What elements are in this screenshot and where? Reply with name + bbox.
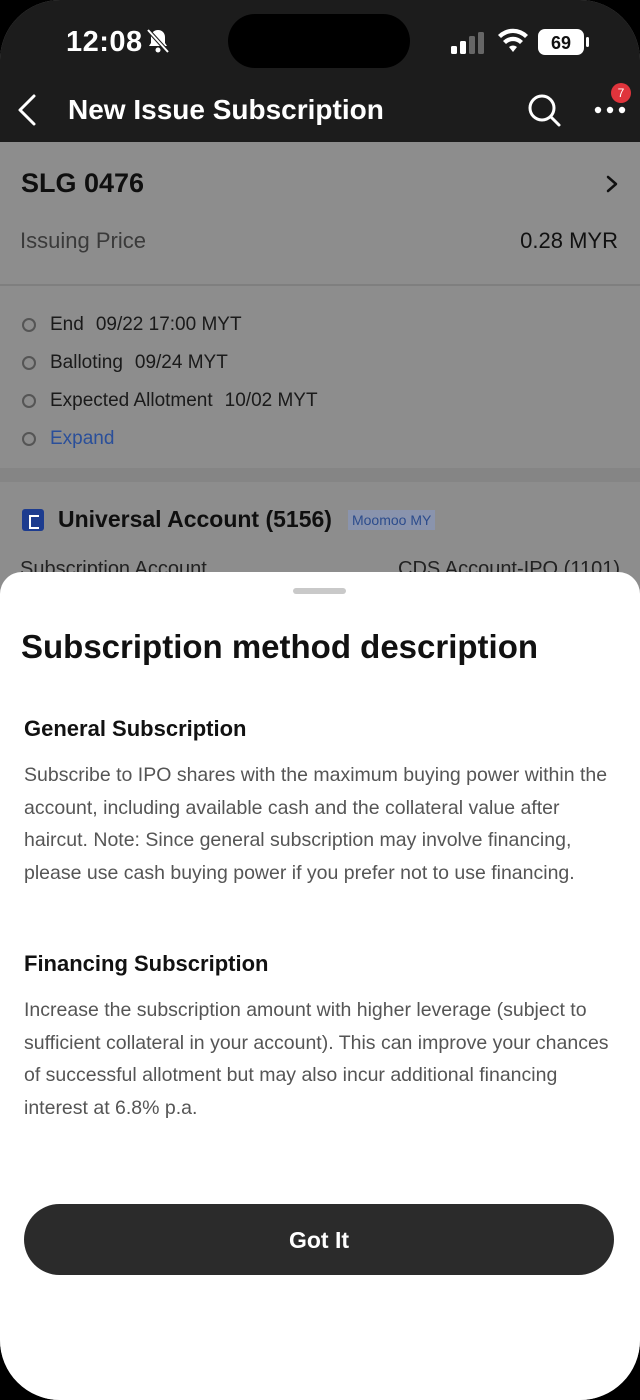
timeline-label: Balloting bbox=[50, 352, 123, 373]
notification-badge: 7 bbox=[611, 83, 631, 103]
page-title: New Issue Subscription bbox=[68, 94, 384, 125]
divider bbox=[0, 284, 640, 286]
timeline-item: Balloting 09/24 MYT bbox=[20, 344, 318, 382]
timeline-dot-icon bbox=[22, 432, 36, 446]
timeline-dot-icon bbox=[22, 318, 36, 332]
status-bar: 12:08 69 bbox=[0, 0, 640, 80]
financing-subscription-title: Financing Subscription bbox=[24, 951, 269, 976]
timeline-item: Expected Allotment 10/02 MYT bbox=[20, 382, 318, 420]
battery-level: 69 bbox=[551, 33, 571, 53]
bottom-sheet: Subscription method description General … bbox=[0, 572, 640, 1400]
sheet-title: Subscription method description bbox=[21, 628, 539, 665]
issuing-price-value: 0.28 MYR bbox=[520, 228, 618, 253]
account-name: Universal Account (5156) bbox=[58, 506, 332, 532]
account-logo-icon bbox=[22, 508, 44, 531]
stock-code[interactable]: SLG 0476 bbox=[21, 168, 144, 199]
account-row: Universal Account (5156) Moomoo MY bbox=[22, 506, 436, 533]
timeline-dot-icon bbox=[22, 356, 36, 370]
search-icon[interactable] bbox=[526, 92, 562, 128]
back-chevron-icon[interactable] bbox=[8, 90, 48, 130]
general-subscription-description: Subscribe to IPO shares with the maximum… bbox=[24, 764, 608, 884]
timeline-expand-row[interactable]: Expand bbox=[20, 420, 318, 458]
timeline-value: 09/22 17:00 MYT bbox=[95, 314, 242, 335]
timeline-item: End 09/22 17:00 MYT bbox=[20, 306, 318, 344]
battery-icon: 69 bbox=[538, 29, 589, 55]
got-it-button[interactable]: Got It bbox=[24, 1204, 614, 1275]
status-time: 12:08 bbox=[66, 26, 143, 58]
nav-bar: New Issue Subscription bbox=[0, 80, 640, 142]
general-subscription-title: General Subscription bbox=[24, 716, 247, 741]
timeline-dot-icon bbox=[22, 394, 36, 408]
ipo-timeline: End 09/22 17:00 MYT Balloting 09/24 MYT … bbox=[20, 306, 318, 458]
timeline-label: End bbox=[50, 314, 84, 335]
phone-screen: 12:08 69 New Issue Subscription 7 SLG 04… bbox=[0, 0, 640, 1400]
financing-subscription-description: Increase the subscription amount with hi… bbox=[24, 999, 609, 1119]
chevron-right-icon[interactable] bbox=[602, 174, 622, 194]
bell-slash-icon bbox=[146, 28, 170, 54]
sheet-grabber[interactable] bbox=[293, 588, 346, 594]
issuing-price-label: Issuing Price bbox=[20, 228, 146, 253]
cellular-signal-icon bbox=[451, 32, 484, 54]
timeline-value: 09/24 MYT bbox=[134, 352, 228, 373]
wifi-icon bbox=[498, 28, 528, 52]
timeline-value: 10/02 MYT bbox=[224, 390, 318, 411]
dynamic-island bbox=[228, 14, 410, 68]
section-separator bbox=[0, 468, 640, 482]
timeline-label: Expected Allotment bbox=[50, 390, 213, 411]
expand-link[interactable]: Expand bbox=[50, 428, 114, 450]
broker-tag: Moomoo MY bbox=[347, 509, 436, 530]
